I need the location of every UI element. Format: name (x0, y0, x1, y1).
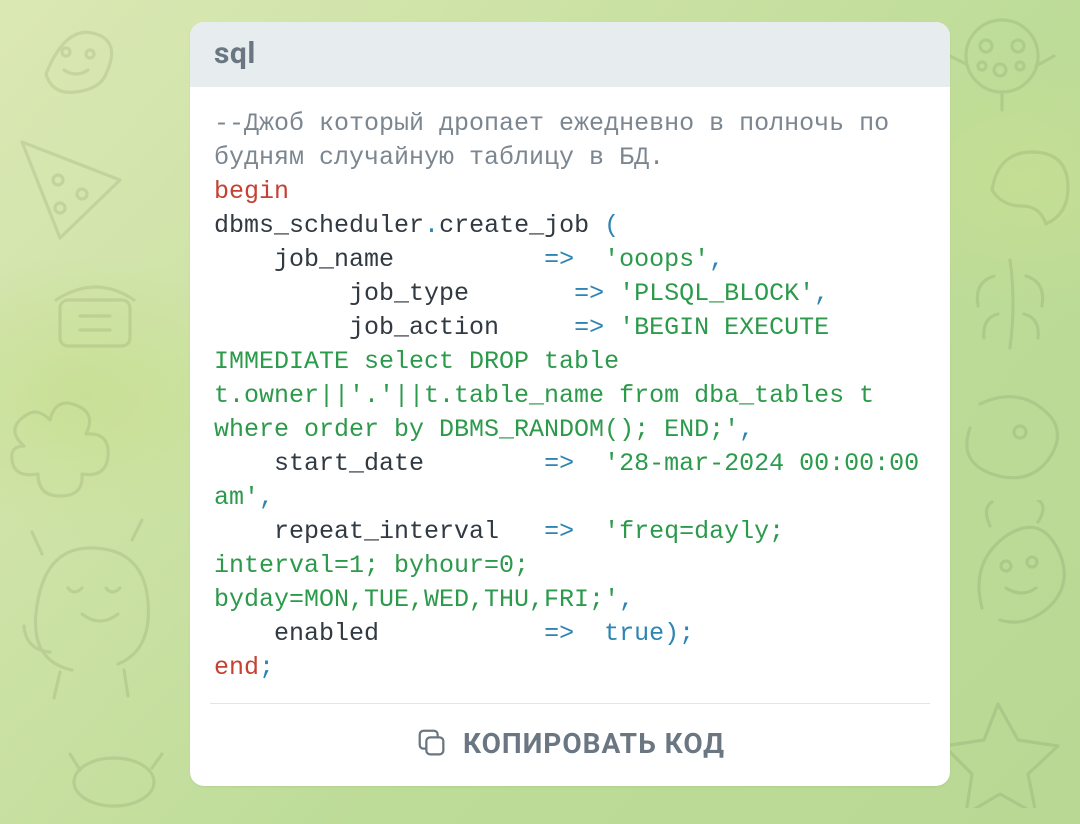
code-string: 'ooops' (604, 245, 709, 274)
code-param-label: start_date (214, 449, 544, 478)
code-arrow: => (544, 449, 574, 478)
doodle-icon (960, 130, 1080, 250)
code-param-label: enabled (214, 619, 544, 648)
code-punct: ; (679, 619, 694, 648)
code-punct: , (619, 585, 634, 614)
copy-code-label: КОПИРОВАТЬ КОД (463, 727, 725, 760)
doodle-icon (0, 120, 150, 260)
code-ident: dbms_scheduler (214, 211, 424, 240)
code-param-label: job_name (214, 245, 544, 274)
code-string: 'PLSQL_BLOCK' (619, 279, 814, 308)
doodle-icon (954, 246, 1074, 376)
code-param-label: job_type (214, 279, 574, 308)
code-block: --Джоб который дропает ежедневно в полно… (190, 87, 950, 703)
doodle-icon (62, 740, 172, 824)
doodle-icon (950, 372, 1080, 502)
code-punct: ; (259, 653, 274, 682)
code-param-label: repeat_interval (214, 517, 544, 546)
code-card: sql --Джоб который дропает ежедневно в п… (190, 22, 950, 786)
code-arrow: => (544, 619, 574, 648)
code-punct: . (424, 211, 439, 240)
copy-code-button[interactable]: КОПИРОВАТЬ КОД (190, 704, 950, 786)
doodle-icon (16, 4, 136, 114)
code-ident: create_job (439, 211, 589, 240)
code-card-header: sql (190, 22, 950, 87)
doodle-icon (0, 376, 144, 526)
doodle-icon (942, 0, 1072, 120)
code-arrow: => (574, 279, 604, 308)
code-keyword-begin: begin (214, 177, 289, 206)
doodle-icon (40, 270, 150, 380)
code-punct: ( (589, 211, 619, 240)
code-punct: , (739, 415, 754, 444)
code-bool: true (604, 619, 664, 648)
doodle-icon (946, 500, 1076, 660)
doodle-icon (12, 510, 182, 710)
code-punct: , (259, 483, 274, 512)
code-arrow: => (544, 245, 574, 274)
code-arrow: => (574, 313, 604, 342)
copy-icon (415, 726, 449, 760)
code-punct: ) (664, 619, 679, 648)
code-param-label: job_action (214, 313, 574, 342)
code-keyword-end: end (214, 653, 259, 682)
code-punct: , (709, 245, 724, 274)
code-comment: --Джоб который дропает ежедневно в полно… (214, 109, 904, 172)
code-punct: , (814, 279, 829, 308)
code-language-label: sql (214, 36, 256, 71)
doodle-icon (944, 688, 1064, 808)
code-arrow: => (544, 517, 574, 546)
